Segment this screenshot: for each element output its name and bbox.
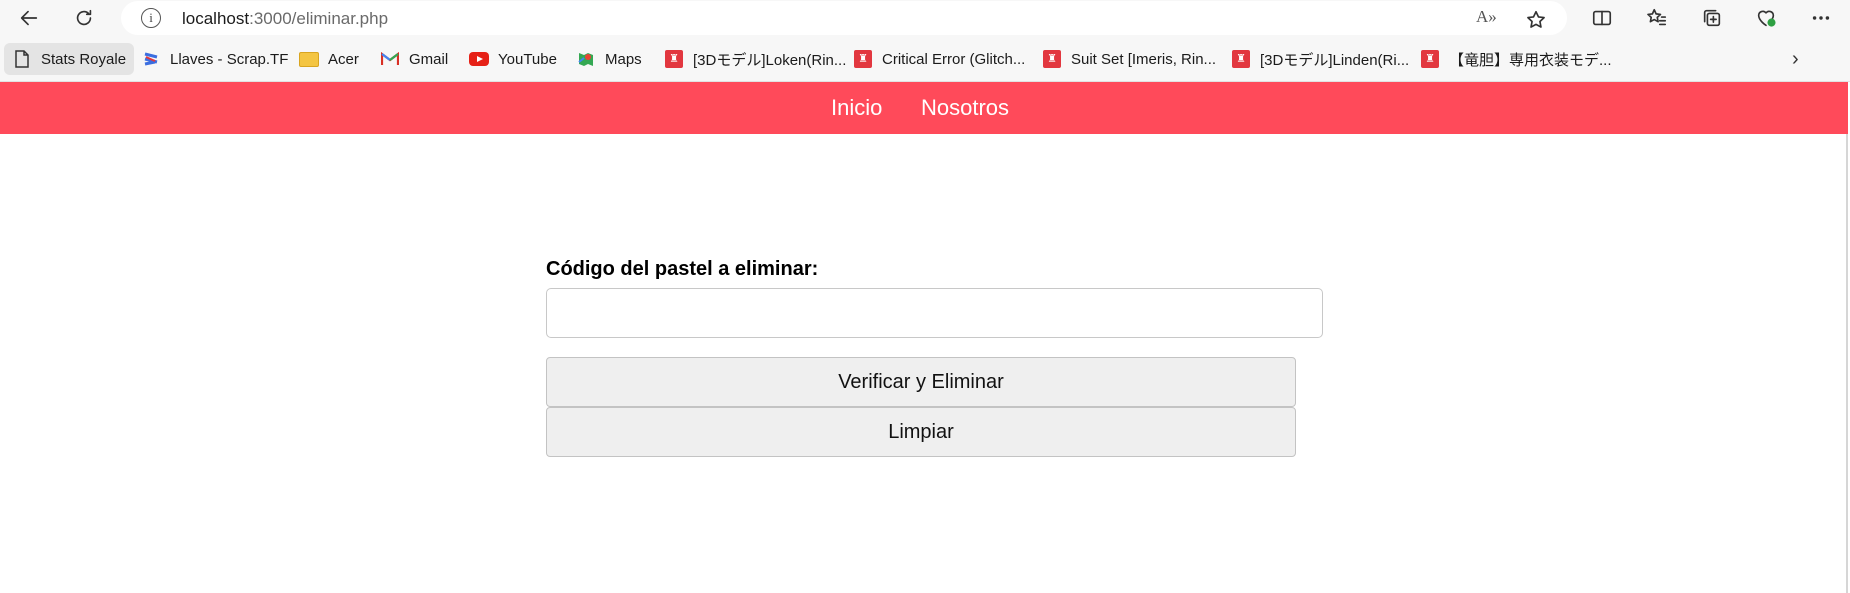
bookmark-ryutan[interactable]: ♜ 【竜胆】専用衣装モデ... [1412, 43, 1620, 75]
bookmark-label: YouTube [498, 50, 557, 68]
split-screen-icon[interactable] [1587, 4, 1617, 32]
bookmark-stats-royale[interactable]: Stats Royale [4, 43, 135, 75]
bookmark-label: Suit Set [Imeris, Rin... [1071, 50, 1217, 68]
cake-code-label: Código del pastel a eliminar: [546, 258, 819, 280]
cake-code-input[interactable] [546, 288, 1323, 338]
favorite-star-icon[interactable] [1521, 6, 1551, 34]
booth-icon: ♜ [1042, 50, 1062, 68]
site-info-icon[interactable]: i [141, 8, 161, 28]
browser-essentials-icon[interactable] [1751, 4, 1781, 32]
booth-icon: ♜ [664, 50, 684, 68]
maps-icon [576, 50, 596, 68]
bookmark-scraptf[interactable]: Llaves - Scrap.TF [133, 43, 296, 75]
more-options-icon[interactable] [1806, 4, 1836, 32]
bookmark-label: [3Dモデル]Linden(Ri... [1260, 51, 1410, 69]
bookmark-label: Gmail [409, 50, 449, 68]
verify-delete-button[interactable]: Verificar y Eliminar [546, 357, 1296, 407]
folder-icon [299, 50, 319, 68]
collections-icon[interactable] [1697, 4, 1727, 32]
scraptf-icon [141, 50, 161, 68]
favorites-icon[interactable] [1642, 4, 1672, 32]
bookmark-youtube[interactable]: YouTube [461, 43, 565, 75]
booth-icon: ♜ [1231, 50, 1251, 68]
url-host: localhost [182, 9, 250, 28]
bookmark-acer-folder[interactable]: Acer [291, 43, 367, 75]
gmail-icon [380, 50, 400, 68]
bookmark-gmail[interactable]: Gmail [372, 43, 456, 75]
booth-icon: ♜ [853, 50, 873, 68]
clear-button[interactable]: Limpiar [546, 407, 1296, 457]
site-navbar: Inicio Nosotros [0, 82, 1848, 134]
youtube-icon [469, 50, 489, 68]
back-arrow-icon[interactable] [14, 4, 44, 32]
bookmark-maps[interactable]: Maps [568, 43, 650, 75]
nav-link-inicio[interactable]: Inicio [831, 95, 882, 121]
bookmark-critical-error[interactable]: ♜ Critical Error (Glitch... [845, 43, 1033, 75]
bookmark-label: 【竜胆】専用衣装モデ... [1449, 51, 1612, 69]
bookmark-label: Maps [605, 50, 642, 68]
url-text[interactable]: localhost:3000/eliminar.php [182, 9, 388, 29]
bookmark-label: Critical Error (Glitch... [882, 50, 1026, 68]
bookmark-label: Acer [328, 50, 359, 68]
bookmark-linden[interactable]: ♜ [3Dモデル]Linden(Ri... [1223, 43, 1417, 75]
bookmark-label: [3Dモデル]Loken(Rin... [693, 51, 847, 69]
bookmark-loken[interactable]: ♜ [3Dモデル]Loken(Rin... [656, 43, 854, 75]
nav-link-nosotros[interactable]: Nosotros [921, 95, 1009, 121]
refresh-icon[interactable] [69, 4, 99, 32]
booth-icon: ♜ [1420, 50, 1440, 68]
page-icon [12, 50, 32, 68]
url-path: :3000/eliminar.php [249, 9, 389, 28]
address-bar[interactable]: i localhost:3000/eliminar.php A» [121, 1, 1567, 35]
bookmark-label: Stats Royale [41, 50, 127, 68]
read-aloud-icon[interactable]: A» [1476, 7, 1497, 27]
bookmarks-bar: Stats Royale Llaves - Scrap.TF Acer Gmai… [0, 36, 1850, 82]
chevron-right-icon[interactable]: › [1792, 48, 1799, 71]
web-page: Inicio Nosotros Código del pastel a elim… [0, 82, 1848, 593]
bookmark-suit-set[interactable]: ♜ Suit Set [Imeris, Rin... [1034, 43, 1224, 75]
bookmark-label: Llaves - Scrap.TF [170, 50, 289, 68]
browser-toolbar: i localhost:3000/eliminar.php A» [0, 0, 1850, 36]
